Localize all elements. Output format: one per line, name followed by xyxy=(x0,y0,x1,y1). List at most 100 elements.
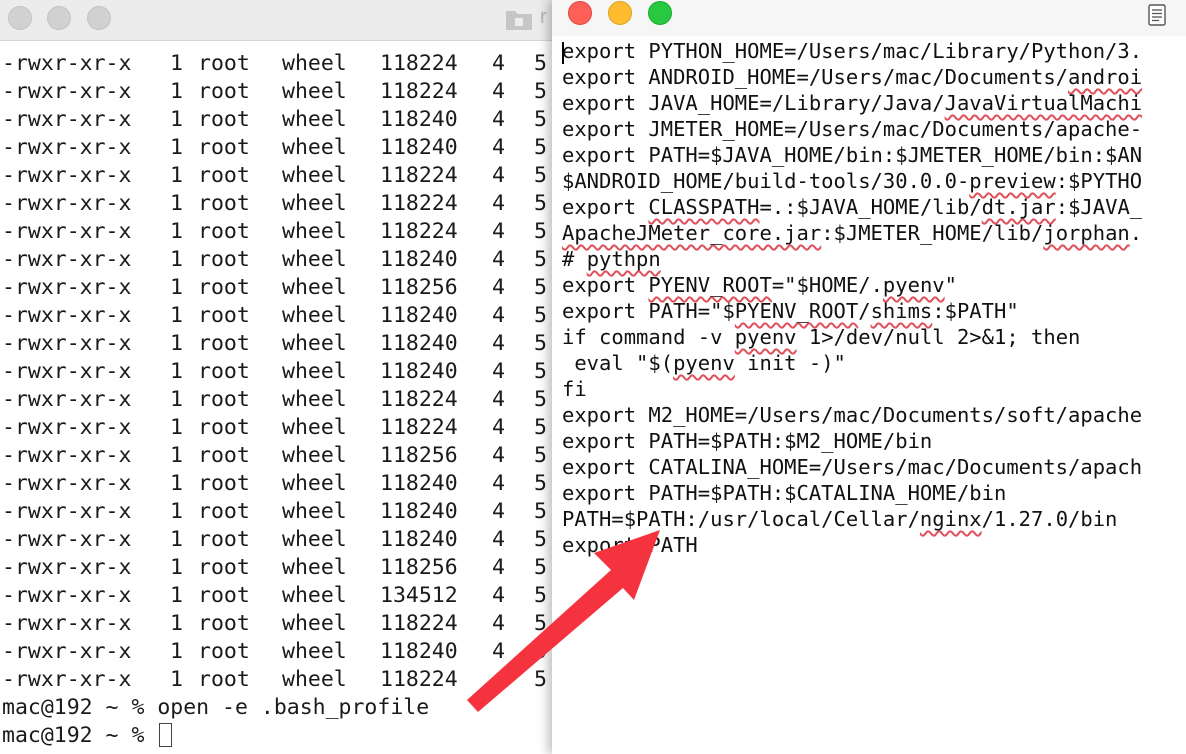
editor-titlebar[interactable] xyxy=(552,0,1186,36)
listing-size: 118224 xyxy=(380,79,458,104)
listing-size: 118224 xyxy=(380,387,458,412)
listing-n: 4 xyxy=(492,387,505,412)
listing-owner: root xyxy=(198,219,250,244)
terminal-maximize-button[interactable] xyxy=(87,6,111,30)
listing-links: 1 xyxy=(170,639,183,664)
listing-n: 4 xyxy=(492,79,505,104)
listing-perm: -rwxr-xr-x xyxy=(2,555,132,580)
listing-group: wheel xyxy=(282,51,347,76)
listing-perm: -rwxr-xr-x xyxy=(2,359,132,384)
listing-m: 5 xyxy=(534,79,547,104)
listing-size: 118224 xyxy=(380,163,458,188)
listing-size: 118240 xyxy=(380,247,458,272)
listing-links: 1 xyxy=(170,359,183,384)
editor-line: export ANDROID_HOME=/Users/mac/Documents… xyxy=(562,65,1143,89)
listing-links: 1 xyxy=(170,219,183,244)
listing-size: 118224 xyxy=(380,667,458,692)
listing-perm: -rwxr-xr-x xyxy=(2,639,132,664)
listing-m: 5 xyxy=(534,331,547,356)
listing-perm: -rwxr-xr-x xyxy=(2,303,132,328)
terminal-active-prompt[interactable]: mac@192 ~ % xyxy=(2,722,429,750)
editor-line: export CLASSPATH=.:$JAVA_HOME/lib/dt.jar… xyxy=(562,195,1143,219)
editor-line: $ANDROID_HOME/build-tools/30.0.0-preview… xyxy=(562,169,1143,193)
listing-links: 1 xyxy=(170,527,183,552)
listing-group: wheel xyxy=(282,443,347,468)
listing-group: wheel xyxy=(282,219,347,244)
editor-line: fi xyxy=(562,377,587,401)
listing-size: 118256 xyxy=(380,275,458,300)
listing-size: 118224 xyxy=(380,415,458,440)
listing-n: 4 xyxy=(492,107,505,132)
listing-n: 4 xyxy=(492,135,505,160)
listing-group: wheel xyxy=(282,331,347,356)
listing-links: 1 xyxy=(170,387,183,412)
listing-n: 4 xyxy=(492,219,505,244)
listing-owner: root xyxy=(198,443,250,468)
listing-m: 5 xyxy=(534,51,547,76)
listing-group: wheel xyxy=(282,527,347,552)
terminal-prompts[interactable]: mac@192 ~ % open -e .bash_profile mac@19… xyxy=(2,694,429,750)
listing-perm: -rwxr-xr-x xyxy=(2,107,132,132)
listing-n: 4 xyxy=(492,555,505,580)
listing-links: 1 xyxy=(170,191,183,216)
editor-minimize-button[interactable] xyxy=(608,1,632,25)
listing-group: wheel xyxy=(282,555,347,580)
listing-links: 1 xyxy=(170,583,183,608)
editor-maximize-button[interactable] xyxy=(648,1,672,25)
listing-perm: -rwxr-xr-x xyxy=(2,387,132,412)
listing-m: 5 xyxy=(534,499,547,524)
listing-m: 5 xyxy=(534,191,547,216)
terminal-close-button[interactable] xyxy=(8,6,32,30)
listing-n: 4 xyxy=(492,471,505,496)
prompt-text: mac@192 ~ % xyxy=(2,723,158,748)
listing-group: wheel xyxy=(282,387,347,412)
listing-n: 4 xyxy=(492,331,505,356)
listing-perm: -rwxr-xr-x xyxy=(2,191,132,216)
listing-owner: root xyxy=(198,79,250,104)
listing-n: 4 xyxy=(492,191,505,216)
listing-m: 5 xyxy=(534,471,547,496)
terminal-title: r xyxy=(540,6,547,28)
listing-size: 118256 xyxy=(380,443,458,468)
listing-n: 4 xyxy=(492,639,505,664)
editor-text-area[interactable]: export PYTHON_HOME=/Users/mac/Library/Py… xyxy=(562,38,1142,558)
listing-m: 5 xyxy=(534,583,547,608)
listing-perm: -rwxr-xr-x xyxy=(2,499,132,524)
editor-close-button[interactable] xyxy=(568,1,592,25)
listing-perm: -rwxr-xr-x xyxy=(2,583,132,608)
listing-links: 1 xyxy=(170,471,183,496)
listing-owner: root xyxy=(198,191,250,216)
listing-owner: root xyxy=(198,667,250,692)
listing-size: 118224 xyxy=(380,191,458,216)
listing-n: 4 xyxy=(492,583,505,608)
listing-perm: -rwxr-xr-x xyxy=(2,275,132,300)
listing-perm: -rwxr-xr-x xyxy=(2,611,132,636)
listing-group: wheel xyxy=(282,667,347,692)
listing-size: 118240 xyxy=(380,303,458,328)
listing-group: wheel xyxy=(282,275,347,300)
terminal-minimize-button[interactable] xyxy=(47,6,71,30)
textedit-window[interactable]: export PYTHON_HOME=/Users/mac/Library/Py… xyxy=(552,0,1186,754)
listing-owner: root xyxy=(198,247,250,272)
editor-line: export PYTHON_HOME=/Users/mac/Library/Py… xyxy=(562,39,1143,63)
editor-line: export JMETER_HOME=/Users/mac/Documents/… xyxy=(562,117,1143,141)
editor-line: export PATH xyxy=(562,533,698,557)
desktop: r -rwxr-xr-x 1 root wheel 118224 4 5 -rwxr-xr-x… xyxy=(0,0,1186,754)
listing-m: 5 xyxy=(534,135,547,160)
listing-owner: root xyxy=(198,387,250,412)
listing-perm: -rwxr-xr-x xyxy=(2,51,132,76)
editor-line: PATH=$PATH:/usr/local/Cellar/nginx/1.27.… xyxy=(562,507,1118,531)
editor-line: if command -v pyenv 1>/dev/null 2>&1; th… xyxy=(562,325,1081,349)
listing-group: wheel xyxy=(282,163,347,188)
listing-n: 4 xyxy=(492,247,505,272)
listing-perm: -rwxr-xr-x xyxy=(2,527,132,552)
listing-owner: root xyxy=(198,163,250,188)
listing-perm: -rwxr-xr-x xyxy=(2,163,132,188)
listing-perm: -rwxr-xr-x xyxy=(2,443,132,468)
terminal-titlebar[interactable]: r xyxy=(0,0,560,41)
terminal-window[interactable]: r -rwxr-xr-x 1 root wheel 118224 4 5 -rwxr-xr-x… xyxy=(0,0,560,754)
listing-perm: -rwxr-xr-x xyxy=(2,331,132,356)
listing-owner: root xyxy=(198,331,250,356)
listing-perm: -rwxr-xr-x xyxy=(2,135,132,160)
listing-n: 4 xyxy=(492,499,505,524)
